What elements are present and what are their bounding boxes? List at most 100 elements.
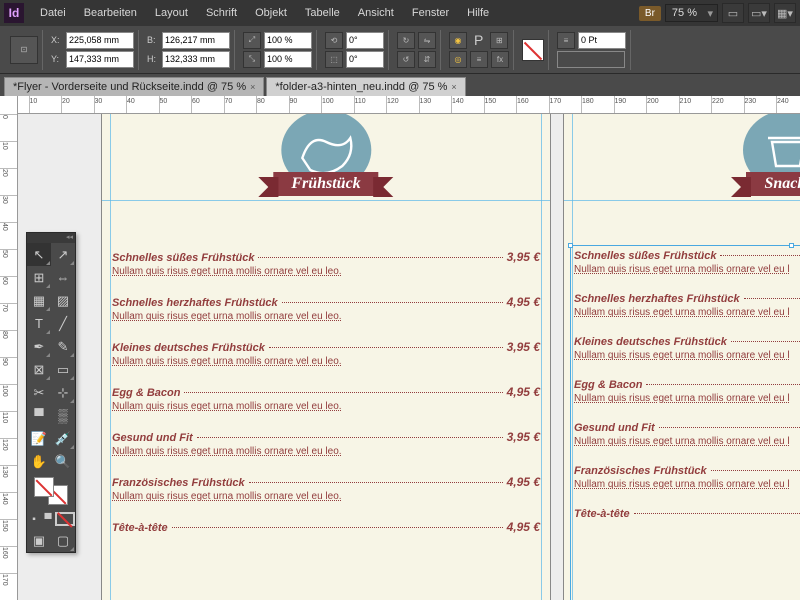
scissors-tool[interactable]: ✂ <box>27 381 51 404</box>
pencil-tool[interactable]: ✎ <box>51 335 75 358</box>
view-mode-icon[interactable]: ▭ <box>722 3 744 23</box>
menu-objekt[interactable]: Objekt <box>247 3 295 23</box>
select-container-icon[interactable]: ◉ <box>449 32 467 49</box>
menu-fenster[interactable]: Fenster <box>404 3 457 23</box>
screen-mode-icon[interactable]: ▭▾ <box>748 3 770 23</box>
rectangle-tool[interactable]: ▭ <box>51 358 75 381</box>
menu-schrift[interactable]: Schrift <box>198 3 245 23</box>
stroke-weight-input[interactable]: 0 Pt <box>578 32 626 49</box>
menu-item[interactable]: Französisches Frühstück Nullam quis risu… <box>574 465 800 490</box>
scale-y-icon: ⤡ <box>243 51 261 68</box>
x-label: X: <box>51 35 63 45</box>
menu-item[interactable]: Schnelles süßes Frühstück 3,95 €Nullam q… <box>112 250 540 277</box>
distribute-icon[interactable]: ⊞ <box>490 32 508 49</box>
flip-v-icon[interactable]: ⇵ <box>418 51 436 68</box>
gradient-swatch-tool[interactable]: ▀ <box>27 404 51 427</box>
y-input[interactable]: 147,333 mm <box>66 51 134 68</box>
bridge-button[interactable]: Br <box>639 6 661 21</box>
flip-h-icon[interactable]: ⇋ <box>418 32 436 49</box>
scale-x-input[interactable]: 100 % <box>264 32 312 49</box>
rotate-input[interactable]: 0° <box>346 32 384 49</box>
vertical-ruler[interactable]: 0102030405060708090100110120130140150160… <box>0 96 18 600</box>
apply-gradient-icon[interactable]: ▀ <box>41 509 55 529</box>
menu-layout[interactable]: Layout <box>147 3 196 23</box>
menu-item[interactable]: Tête-à-tête <box>574 508 800 520</box>
preview-view-icon[interactable]: ▢ <box>51 529 75 552</box>
tab-folder-a3[interactable]: *folder-a3-hinten_neu.indd @ 75 %× <box>266 77 465 96</box>
scale-x-icon: ⤢ <box>243 32 261 49</box>
zoom-select[interactable]: 75 % <box>665 4 718 22</box>
pen-tool[interactable]: ✒ <box>27 335 51 358</box>
horizontal-ruler[interactable]: 0102030405060708090100110120130140150160… <box>18 96 800 114</box>
rotate-cw-icon[interactable]: ↻ <box>397 32 415 49</box>
reference-point-icon[interactable]: ⊡ <box>10 36 38 64</box>
free-transform-tool[interactable]: ⊹ <box>51 381 75 404</box>
rotate-icon: ⟲ <box>325 32 343 49</box>
gap-tool[interactable]: ⇔ <box>51 266 75 289</box>
menu-bearbeiten[interactable]: Bearbeiten <box>76 3 145 23</box>
eyedropper-tool[interactable]: 💉 <box>51 427 75 450</box>
menu-tabelle[interactable]: Tabelle <box>297 3 348 23</box>
canvas[interactable]: Frühstück Schnelles süßes Frühstück 3,95… <box>18 114 800 600</box>
menu-item[interactable]: Schnelles süßes Frühstück Nullam quis ri… <box>574 250 800 275</box>
workspace: 0102030405060708090100110120130140150160… <box>0 96 800 600</box>
menu-hilfe[interactable]: Hilfe <box>459 3 497 23</box>
menu-item[interactable]: Gesund und Fit 3,95 €Nullam quis risus e… <box>112 430 540 457</box>
menu-item[interactable]: Egg & Bacon Nullam quis risus eget urna … <box>574 379 800 404</box>
y-label: Y: <box>51 54 63 64</box>
hand-tool[interactable]: ✋ <box>27 450 51 473</box>
arrange-icon[interactable]: ▦▾ <box>774 3 796 23</box>
selection-tool[interactable]: ↖ <box>27 243 51 266</box>
close-icon[interactable]: × <box>451 82 456 92</box>
line-tool[interactable]: ╱ <box>51 312 75 335</box>
stroke-style-select[interactable] <box>557 51 625 68</box>
normal-view-icon[interactable]: ▣ <box>27 529 51 552</box>
menubar: Id Datei Bearbeiten Layout Schrift Objek… <box>0 0 800 26</box>
menu-item[interactable]: Kleines deutsches Frühstück 3,95 €Nullam… <box>112 340 540 367</box>
menu-datei[interactable]: Datei <box>32 3 74 23</box>
close-icon[interactable]: × <box>250 82 255 92</box>
select-content-icon[interactable]: ◎ <box>449 51 467 68</box>
align-icon[interactable]: ≡ <box>470 51 488 68</box>
menu-item[interactable]: Schnelles herzhaftes Frühstück 4,95 €Nul… <box>112 295 540 322</box>
fill-swatch-icon[interactable] <box>522 39 544 61</box>
gradient-feather-tool[interactable]: ▒ <box>51 404 75 427</box>
content-collector-tool[interactable]: ▦ <box>27 289 51 312</box>
zoom-tool[interactable]: 🔍 <box>51 450 75 473</box>
menu-item[interactable]: Egg & Bacon 4,95 €Nullam quis risus eget… <box>112 385 540 412</box>
rotate-ccw-icon[interactable]: ↺ <box>397 51 415 68</box>
menu-item[interactable]: Kleines deutsches Frühstück Nullam quis … <box>574 336 800 361</box>
toolbox[interactable]: ◂◂ ↖ ↗ ⊞ ⇔ ▦ ▨ T ╱ ✒ ✎ ⊠ ▭ ✂ ⊹ ▀ ▒ 📝 💉 ✋… <box>26 232 76 553</box>
fill-swatch[interactable] <box>34 477 54 497</box>
effects-icon[interactable]: fx <box>491 51 509 68</box>
shear-input[interactable]: 0° <box>346 51 384 68</box>
toolbox-header[interactable]: ◂◂ <box>27 233 75 243</box>
tab-flyer[interactable]: *Flyer - Vorderseite und Rückseite.indd … <box>4 77 264 96</box>
height-input[interactable]: 132,333 mm <box>162 51 230 68</box>
menu-item[interactable]: Schnelles herzhaftes Frühstück Nullam qu… <box>574 293 800 318</box>
paragraph-icon[interactable]: P <box>470 32 487 48</box>
menu-item[interactable]: Tête-à-tête 4,95 € <box>112 520 540 534</box>
apply-color-icon[interactable]: ▪ <box>27 509 41 529</box>
b-label: B: <box>147 35 159 45</box>
type-tool[interactable]: T <box>27 312 51 335</box>
menu-item[interactable]: Gesund und Fit Nullam quis risus eget ur… <box>574 422 800 447</box>
document-page-1[interactable]: Frühstück Schnelles süßes Frühstück 3,95… <box>101 114 551 600</box>
shear-icon: ⬚ <box>325 51 343 68</box>
content-placer-tool[interactable]: ▨ <box>51 289 75 312</box>
doc-tabs: *Flyer - Vorderseite und Rückseite.indd … <box>0 74 800 96</box>
app-logo: Id <box>4 3 24 23</box>
document-page-2[interactable]: Snacks Schnelles süßes Frühstück Nullam … <box>563 114 800 600</box>
menu-ansicht[interactable]: Ansicht <box>350 3 402 23</box>
menu-item[interactable]: Französisches Frühstück 4,95 €Nullam qui… <box>112 475 540 502</box>
width-input[interactable]: 126,217 mm <box>162 32 230 49</box>
apply-none-icon[interactable] <box>55 509 75 529</box>
direct-selection-tool[interactable]: ↗ <box>51 243 75 266</box>
page-tool[interactable]: ⊞ <box>27 266 51 289</box>
x-input[interactable]: 225,058 mm <box>66 32 134 49</box>
stroke-weight-icon: ≡ <box>557 32 575 49</box>
rectangle-frame-tool[interactable]: ⊠ <box>27 358 51 381</box>
scale-y-input[interactable]: 100 % <box>264 51 312 68</box>
note-tool[interactable]: 📝 <box>27 427 51 450</box>
fill-stroke-swatches[interactable] <box>27 473 75 509</box>
